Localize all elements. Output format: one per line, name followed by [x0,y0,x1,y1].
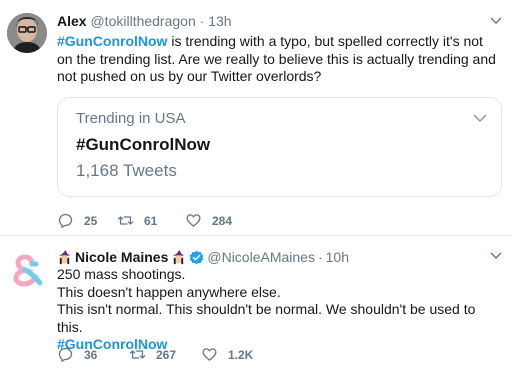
trend-title: #GunConrolNow [76,135,211,154]
trend-location: Trending in USA [76,110,186,127]
chevron-down-icon[interactable] [473,114,487,123]
caret-down-icon[interactable] [490,16,502,26]
like-count: 284 [212,213,233,228]
trend-tweet-count: 1,168 Tweets [76,161,177,180]
witch-emoji-icon [173,250,185,265]
reply-count: 36 [84,347,98,362]
witch-emoji-icon [58,250,71,265]
avatar[interactable] [8,250,48,290]
tweet-text-line: 250 mass shootings. [57,266,186,282]
trend-card[interactable]: Trending in USA #GunConrolNow 1,168 Twee… [57,97,502,197]
retweet-button[interactable]: 61 [117,212,185,229]
like-count: 1.2K [228,347,254,362]
tweet-text: 250 mass shootings. This doesn't happen … [57,266,502,354]
retweet-icon [117,216,134,225]
tweet-text: #GunConrolNow is trending with a typo, b… [57,33,502,86]
like-icon [186,214,201,227]
separator-dot: · [317,249,323,265]
tweet-actions: 25 61 284 [57,212,232,229]
retweet-count: 267 [156,347,177,362]
reply-count: 25 [84,213,98,228]
caret-down-icon[interactable] [490,251,502,261]
like-button[interactable]: 1.2K [201,346,253,363]
reply-button[interactable]: 25 [57,212,117,229]
verified-badge-icon [190,250,204,265]
retweet-icon [129,350,146,359]
retweet-count: 61 [144,213,158,228]
tweet-header: Nicole Maines @NicoleAMaines · 10h [57,249,349,266]
separator-dot: · [199,13,205,29]
like-icon [202,348,217,361]
like-button[interactable]: 284 [185,212,232,229]
tweet-actions: 36 267 1.2K [57,346,253,363]
timestamp[interactable]: 13h [208,13,231,29]
timestamp[interactable]: 10h [326,249,349,266]
tweet-text-line: This isn't normal. This shouldn't be nor… [57,301,476,335]
username[interactable]: @NicoleAMaines [207,249,315,266]
reply-icon [58,213,73,228]
display-name[interactable]: Nicole Maines [75,249,168,266]
avatar[interactable] [7,13,47,53]
reply-button[interactable]: 36 [57,346,129,363]
hashtag-link[interactable]: #GunConrolNow [57,33,167,49]
username[interactable]: @tokillthedragon [90,13,195,29]
tweet-text-line: This doesn't happen anywhere else. [57,283,281,300]
reply-icon [58,347,73,362]
display-name[interactable]: Alex [57,13,87,29]
retweet-button[interactable]: 267 [129,346,201,363]
tweet-header: Alex @tokillthedragon · 13h [57,13,232,30]
